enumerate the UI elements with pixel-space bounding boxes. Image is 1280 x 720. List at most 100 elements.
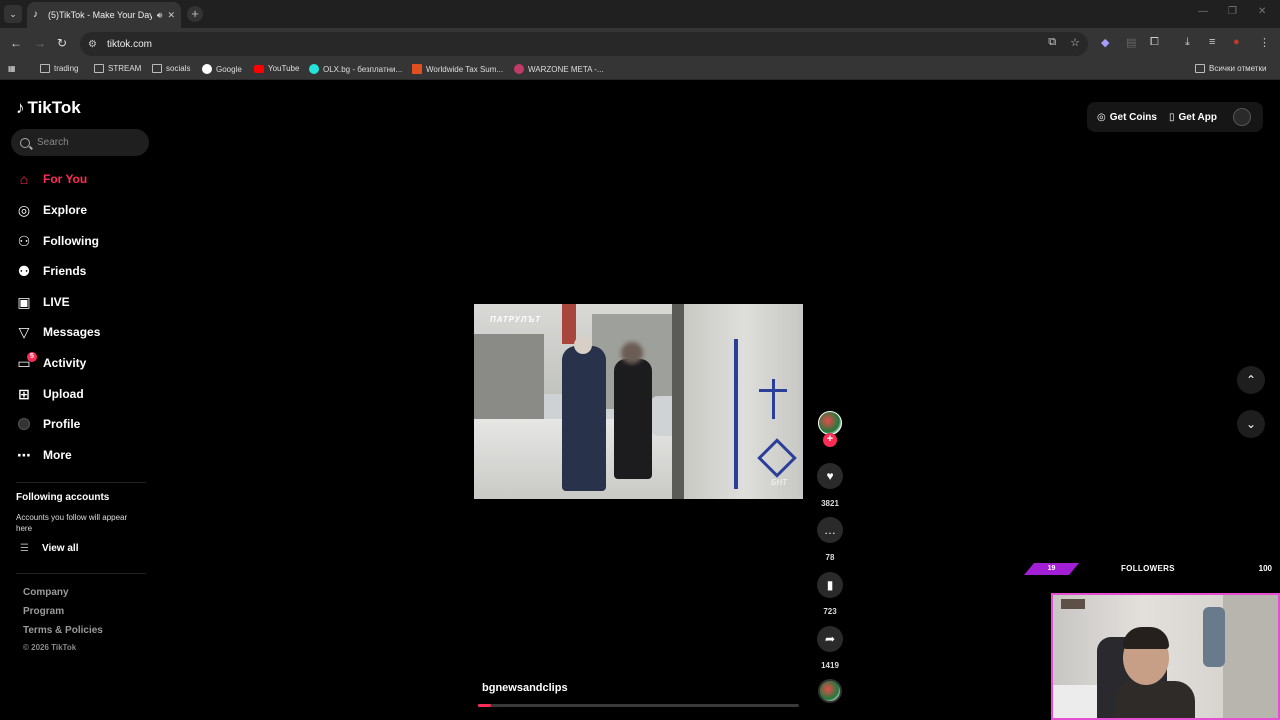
follow-plus-button[interactable]: + <box>823 433 837 447</box>
bookmark-link[interactable]: OLX.bg - безплатни... <box>309 64 402 74</box>
view-all-button[interactable]: ☰ View all <box>20 543 78 554</box>
nav-upload[interactable]: ⊞ Upload <box>16 383 84 405</box>
search-placeholder: Search <box>37 137 69 148</box>
maximize-icon[interactable]: ❐ <box>1228 6 1237 17</box>
bookmark-link[interactable]: Google <box>202 64 242 74</box>
bookmark-link[interactable]: YouTube <box>254 64 299 73</box>
send-icon: ▽ <box>18 323 30 340</box>
forward-icon[interactable]: → <box>34 36 46 50</box>
heart-icon: ♥ <box>826 469 834 483</box>
bookmark-folder[interactable]: trading <box>40 64 78 73</box>
all-bookmarks[interactable]: Всички отметки <box>1195 64 1266 73</box>
bookmark-folder[interactable]: STREAM <box>94 64 141 73</box>
followers-goal-bar: 19 FOLLOWERS 100 <box>1024 561 1280 576</box>
chevron-up-icon: ⌃ <box>1245 373 1257 387</box>
download-icon[interactable]: ⤓ <box>1185 36 1190 49</box>
bookmark-link[interactable]: WARZONE META -... <box>514 64 604 74</box>
video-caption: ПАТРУЛЪТ <box>490 315 542 324</box>
new-tab-button[interactable]: + <box>187 6 203 22</box>
extensions-puzzle-icon[interactable]: ⧠ <box>1150 36 1159 49</box>
profile-avatar-icon[interactable]: ● <box>1233 36 1240 48</box>
folder-icon <box>40 64 50 73</box>
extension-icon[interactable]: ◆ <box>1101 36 1109 49</box>
save-button[interactable]: ▮ <box>817 572 843 598</box>
olx-icon <box>309 64 319 74</box>
install-app-icon[interactable]: ⧉ <box>1048 36 1056 49</box>
phone-icon: ▯ <box>1168 111 1175 123</box>
video-player[interactable]: ПАТРУЛЪТ БНТ <box>474 304 803 499</box>
nav-activity[interactable]: ▭ 5 Activity <box>16 352 86 374</box>
nav-messages[interactable]: ▽ Messages <box>16 321 101 343</box>
share-count: 1419 <box>821 661 839 670</box>
previous-video-button[interactable]: ⌃ <box>1237 366 1265 394</box>
site-info-icon[interactable]: ⚙ <box>88 39 97 50</box>
progress-fill <box>478 704 491 707</box>
like-button[interactable]: ♥ <box>817 463 843 489</box>
user-avatar[interactable] <box>1233 108 1251 126</box>
search-input[interactable]: Search <box>11 129 149 156</box>
close-tab-icon[interactable]: ✕ <box>167 10 175 21</box>
search-icon <box>20 137 30 148</box>
address-bar[interactable]: ⚙ tiktok.com ⧉ ☆ <box>80 32 1088 56</box>
compass-icon: ◎ <box>17 201 31 218</box>
next-video-button[interactable]: ⌄ <box>1237 410 1265 438</box>
nav-more[interactable]: ⋯ More <box>16 444 72 466</box>
bookmark-folder[interactable]: socials <box>152 64 190 73</box>
bookmark-link[interactable]: Worldwide Tax Sum... <box>412 64 503 74</box>
nav-following[interactable]: ⚇ Following <box>16 230 99 252</box>
media-control-icon[interactable]: ≡ <box>1209 36 1215 48</box>
nav-profile[interactable]: Profile <box>16 413 80 435</box>
list-icon: ☰ <box>20 543 29 554</box>
tab-title: (5)TikTok - Make Your Day <box>48 10 152 20</box>
tiktok-page: ♪ TikTok Search ⌂ For You ◎ Explore ⚇ Fo… <box>0 81 1280 720</box>
folder-icon <box>152 64 162 73</box>
get-coins-button[interactable]: ◎ Get Coins <box>1097 112 1157 123</box>
chevron-down-icon: ⌄ <box>1245 417 1257 431</box>
google-icon <box>202 64 212 74</box>
share-button[interactable]: ➦ <box>817 626 843 652</box>
like-count: 3821 <box>821 499 839 508</box>
minimize-icon[interactable]: — <box>1198 6 1208 17</box>
comment-icon: … <box>824 523 836 537</box>
tab-search-icon[interactable]: ⌄ <box>4 5 22 23</box>
url-text: tiktok.com <box>106 38 152 50</box>
nav-explore[interactable]: ◎ Explore <box>16 199 87 221</box>
nav-for-you[interactable]: ⌂ For You <box>16 168 87 190</box>
creator-avatar[interactable] <box>818 411 842 435</box>
browser-menu-icon[interactable]: ⋮ <box>1259 36 1270 49</box>
ellipsis-icon: ⋯ <box>17 446 31 463</box>
following-accounts-hint: Accounts you follow will appear here <box>16 513 128 533</box>
nav-friends[interactable]: ⚉ Friends <box>16 260 87 282</box>
divider <box>16 482 146 483</box>
tiktok-logo[interactable]: ♪ TikTok <box>16 98 81 118</box>
warzone-icon <box>514 64 524 74</box>
bookmark-star-icon[interactable]: ☆ <box>1070 36 1080 49</box>
video-watermark: БНТ <box>771 478 787 487</box>
window-close-icon[interactable]: ✕ <box>1258 6 1266 17</box>
bookmark-icon: ▮ <box>826 578 834 592</box>
video-progress-bar[interactable] <box>478 704 799 707</box>
footer-terms[interactable]: Terms & Policies <box>23 625 103 636</box>
video-username[interactable]: bgnewsandclips <box>482 682 568 694</box>
browser-tab[interactable]: ♪ (5)TikTok - Make Your Day 🔊︎ ✕ <box>27 2 181 28</box>
music-disc[interactable] <box>818 679 842 703</box>
get-app-button[interactable]: ▯ Get App <box>1169 112 1217 123</box>
comment-button[interactable]: … <box>817 517 843 543</box>
footer-company[interactable]: Company <box>23 587 69 598</box>
friends-icon: ⚉ <box>17 262 31 279</box>
plus-square-icon: ⊞ <box>18 385 30 402</box>
browser-tab-bar: ⌄ ♪ (5)TikTok - Make Your Day 🔊︎ ✕ + — ❐… <box>0 0 1280 28</box>
inbox-icon: ▭ 5 <box>16 352 37 371</box>
reload-icon[interactable]: ↻ <box>57 36 67 50</box>
speaker-icon[interactable]: 🔊︎ <box>157 10 163 21</box>
bookmarks-bar: ▦ trading STREAM socials Google YouTube … <box>0 60 1280 80</box>
back-icon[interactable]: ← <box>10 36 22 50</box>
extension2-icon[interactable]: ▤ <box>1126 36 1136 49</box>
apps-grid-icon[interactable]: ▦ <box>8 64 16 73</box>
nav-live[interactable]: ▣ LIVE <box>16 291 69 313</box>
browser-toolbar: ← → ↻ ⚙ tiktok.com ⧉ ☆ ◆ ▤ ⧠ ⤓ ≡ ● ⋮ <box>0 28 1280 60</box>
tiktok-favicon-icon: ♪ <box>33 9 38 20</box>
following-accounts-heading: Following accounts <box>16 492 110 503</box>
footer-program[interactable]: Program <box>23 606 64 617</box>
save-count: 723 <box>823 607 837 616</box>
